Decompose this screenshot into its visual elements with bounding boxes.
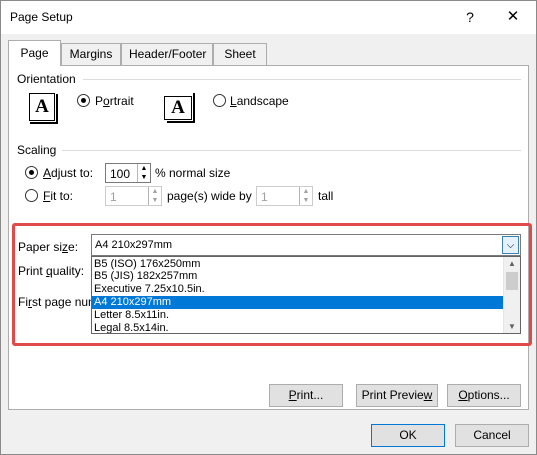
paper-size-label: Paper size:	[18, 240, 79, 254]
adjust-percent-spinner[interactable]: 100 ▲ ▼	[105, 163, 151, 183]
fit-wide-value[interactable]: 1	[110, 190, 117, 204]
list-item[interactable]: B5 (JIS) 182x257mm	[92, 270, 503, 283]
print-button[interactable]: Print...	[269, 384, 343, 407]
list-item[interactable]: Legal 8.5x14in.	[92, 322, 503, 333]
fit-to-label[interactable]: Fit to:	[43, 189, 73, 203]
help-icon[interactable]: ?	[460, 7, 480, 27]
portrait-page-icon: A	[29, 93, 58, 124]
spin-up-icon[interactable]: ▲	[300, 187, 312, 196]
scroll-down-icon[interactable]: ▼	[504, 320, 520, 333]
paper-size-select[interactable]: A4 210x297mm ⌵	[91, 234, 521, 256]
adjust-to-radio[interactable]	[25, 166, 38, 179]
cancel-button[interactable]: Cancel	[455, 424, 529, 447]
list-item[interactable]: Letter 8.5x11in.	[92, 309, 503, 322]
fit-tall-spinner[interactable]: 1 ▲ ▼	[256, 186, 313, 206]
adjust-to-label[interactable]: Adjust to:	[43, 166, 93, 180]
spin-down-icon[interactable]: ▼	[300, 196, 312, 205]
landscape-page-icon: A	[164, 93, 195, 123]
print-preview-button[interactable]: Print Preview	[356, 384, 438, 407]
normal-size-label: % normal size	[155, 166, 231, 180]
adjust-percent-value[interactable]: 100	[110, 167, 130, 181]
scroll-up-icon[interactable]: ▲	[504, 257, 520, 270]
dropdown-scrollbar[interactable]: ▲ ▼	[503, 257, 520, 333]
spin-up-icon[interactable]: ▲	[149, 187, 161, 196]
spin-up-icon[interactable]: ▲	[138, 164, 150, 173]
landscape-radio[interactable]	[213, 94, 226, 107]
orientation-divider	[83, 79, 521, 80]
fit-tall-value[interactable]: 1	[261, 190, 268, 204]
pages-wide-label: page(s) wide by	[167, 189, 252, 203]
print-quality-label: Print quality:	[18, 264, 85, 278]
list-item-selected[interactable]: A4 210x297mm	[92, 296, 503, 309]
scaling-divider	[62, 150, 521, 151]
title-bar: Page Setup ? ✕	[1, 1, 536, 34]
scaling-group-label: Scaling	[17, 143, 57, 157]
options-button[interactable]: Options...	[447, 384, 521, 407]
orientation-group-label: Orientation	[17, 72, 76, 86]
page-setup-dialog: Page Setup ? ✕ Page Margins Header/Foote…	[0, 0, 537, 455]
paper-size-value[interactable]: A4 210x297mm	[95, 239, 172, 251]
close-icon[interactable]: ✕	[496, 5, 530, 29]
dialog-title: Page Setup	[10, 10, 73, 24]
portrait-label[interactable]: Portrait	[95, 94, 134, 108]
fit-to-radio[interactable]	[25, 189, 38, 202]
first-page-number-label: First page num	[18, 295, 99, 309]
tab-header-footer[interactable]: Header/Footer	[121, 43, 213, 65]
spin-down-icon[interactable]: ▼	[149, 196, 161, 205]
tall-label: tall	[318, 189, 334, 203]
tab-sheet[interactable]: Sheet	[213, 43, 267, 65]
tab-margins[interactable]: Margins	[61, 43, 121, 65]
landscape-label[interactable]: Landscape	[230, 94, 289, 108]
chevron-down-icon[interactable]: ⌵	[502, 236, 519, 254]
scrollbar-thumb[interactable]	[506, 272, 518, 290]
paper-size-dropdown-list[interactable]: B5 (ISO) 176x250mm B5 (JIS) 182x257mm Ex…	[91, 256, 521, 334]
spin-down-icon[interactable]: ▼	[138, 173, 150, 182]
list-item[interactable]: Executive 7.25x10.5in.	[92, 283, 503, 296]
tab-page[interactable]: Page	[8, 40, 61, 66]
portrait-radio[interactable]	[77, 94, 90, 107]
fit-wide-spinner[interactable]: 1 ▲ ▼	[105, 186, 162, 206]
ok-button[interactable]: OK	[371, 424, 445, 447]
